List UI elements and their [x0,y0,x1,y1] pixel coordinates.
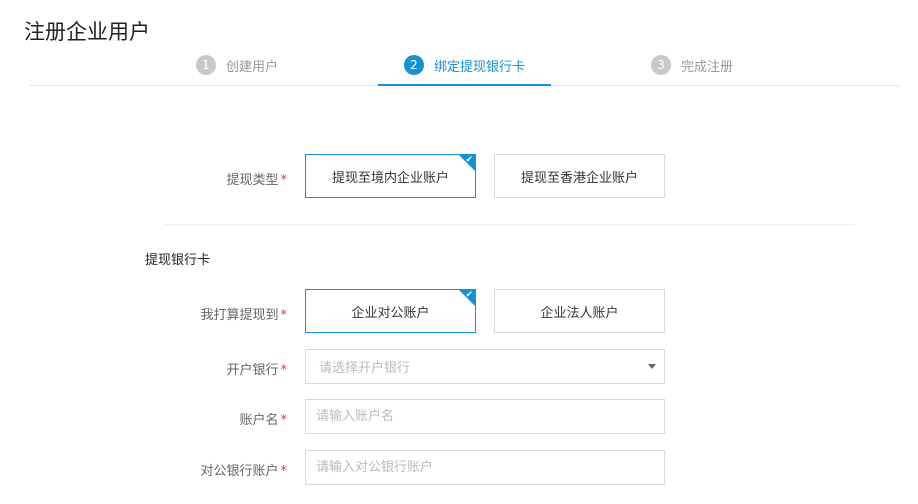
step-number: 1 [196,55,216,75]
step-number: 3 [651,55,671,75]
account-name-input[interactable] [306,409,664,424]
withdraw-hongkong-option[interactable]: 提现至香港企业账户 [494,154,665,198]
withdraw-domestic-option[interactable]: 提现至境内企业账户 ✔ [305,154,476,198]
page-title: 注册企业用户 [24,20,150,44]
corporate-account-option[interactable]: 企业对公账户 ✔ [305,289,476,333]
section-title: 提现银行卡 [145,253,211,268]
dropdown-caret-icon [648,364,656,369]
step-label: 绑定提现银行卡 [434,59,526,75]
required-mark: * [280,464,288,479]
account-number-input[interactable] [306,460,664,475]
step-bind-bank-card: 2 绑定提现银行卡 [404,52,525,78]
account-number-field [305,450,665,485]
step-indicator: 1 创建用户 2 绑定提现银行卡 3 完成注册 [0,52,918,86]
bank-select[interactable]: 请选择开户银行 [305,349,665,384]
step-create-user: 1 创建用户 [196,52,278,78]
required-mark: * [280,413,288,428]
account-type-label: 我打算提现到 * [200,308,288,323]
step-number: 2 [404,55,424,75]
step-label: 完成注册 [681,59,734,75]
required-mark: * [280,363,288,378]
check-icon: ✔ [465,290,473,300]
section-divider [163,224,855,225]
active-step-underline [378,84,551,86]
account-name-field [305,399,665,434]
required-mark: * [280,308,288,323]
step-complete: 3 完成注册 [651,52,733,78]
required-mark: * [280,173,288,188]
withdraw-type-label: 提现类型 * [226,173,288,188]
bank-label: 开户银行 * [226,363,288,378]
legal-person-account-option[interactable]: 企业法人账户 [494,289,665,333]
step-label: 创建用户 [226,59,279,75]
check-icon: ✔ [465,155,473,165]
account-name-label: 账户名 * [239,413,288,428]
account-number-label: 对公银行账户 * [200,464,288,479]
